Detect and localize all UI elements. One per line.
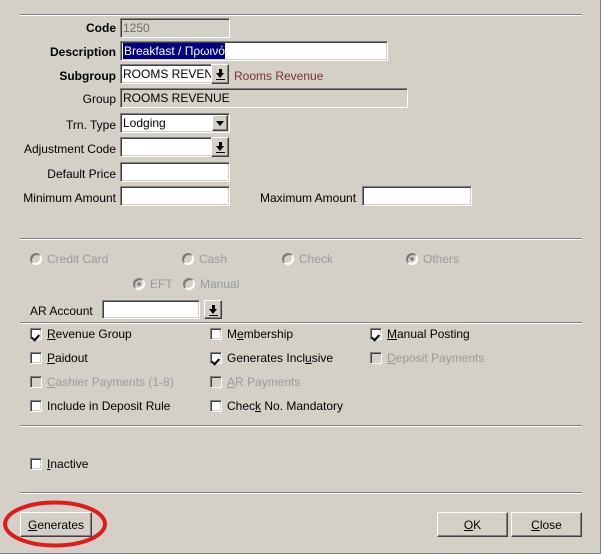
checkbox-label: Paidout xyxy=(47,351,88,365)
radio-icon xyxy=(183,278,195,290)
checkbox-label: Include in Deposit Rule xyxy=(47,399,171,413)
code-input: 1250 xyxy=(120,18,230,38)
ok-button[interactable]: OK xyxy=(437,512,508,537)
subgroup-input[interactable]: ROOMS REVEN xyxy=(120,64,213,84)
group-label: Group xyxy=(82,92,116,106)
radio-cash[interactable]: Cash xyxy=(182,252,227,266)
radio-credit-card[interactable]: Credit Card xyxy=(30,252,108,266)
subgroup-dropdown-button[interactable] xyxy=(211,64,229,84)
checkbox-paidout[interactable]: Paidout xyxy=(30,351,88,365)
checkbox-label: Inactive xyxy=(47,457,89,471)
adjustment-code-dropdown-button[interactable] xyxy=(211,137,229,157)
chevron-down-icon xyxy=(215,142,225,153)
checkbox-icon xyxy=(370,352,382,364)
close-button-label: Close xyxy=(531,517,562,532)
checkbox-icon xyxy=(30,458,42,470)
radio-others[interactable]: Others xyxy=(406,252,459,266)
checkbox-cashier-payments[interactable]: Cashier Payments (1-8) xyxy=(30,375,174,389)
checkbox-icon xyxy=(210,328,222,340)
checkbox-icon xyxy=(30,328,42,340)
checkbox-include-in-deposit-rule[interactable]: Include in Deposit Rule xyxy=(30,399,170,413)
radio-manual[interactable]: Manual xyxy=(183,277,239,291)
description-selected-text: Breakfast / Πρωινό xyxy=(123,43,225,59)
radio-icon xyxy=(133,278,145,290)
checkbox-check-no-mandatory[interactable]: Check No. Mandatory xyxy=(210,399,343,413)
chevron-down-icon xyxy=(215,69,225,80)
separator-inactive xyxy=(20,425,582,427)
checkbox-label: Cashier Payments (1-8) xyxy=(47,375,174,389)
triangle-down-icon xyxy=(216,120,224,126)
adjustment-code-input[interactable] xyxy=(120,137,213,157)
checkbox-generates-inclusive[interactable]: Generates Inclusive xyxy=(210,351,333,365)
checkbox-icon xyxy=(370,328,382,340)
description-input[interactable]: Breakfast / Πρωινό xyxy=(120,41,388,61)
radio-check[interactable]: Check xyxy=(282,252,333,266)
checkbox-icon xyxy=(210,376,222,388)
radio-icon xyxy=(30,253,42,265)
checkbox-icon xyxy=(30,376,42,388)
chevron-down-icon xyxy=(208,304,218,316)
checkbox-deposit-payments[interactable]: Deposit Payments xyxy=(370,351,484,365)
ar-account-label: AR Account xyxy=(30,304,93,318)
transaction-code-dialog: Code 1250 Description Breakfast / Πρωινό… xyxy=(0,0,601,554)
radio-label: Others xyxy=(423,252,460,266)
radio-label: Manual xyxy=(200,277,240,291)
description-label: Description xyxy=(49,45,116,59)
minimum-amount-label: Minimum Amount xyxy=(23,191,116,205)
trn-type-dropdown-button[interactable] xyxy=(212,115,228,131)
separator-actions xyxy=(20,492,582,494)
checkbox-label: Check No. Mandatory xyxy=(227,399,344,413)
checkbox-label: AR Payments xyxy=(227,375,301,389)
checkbox-manual-posting[interactable]: Manual Posting xyxy=(370,327,470,341)
checkbox-ar-payments[interactable]: AR Payments xyxy=(210,375,300,389)
adjustment-code-label: Adjustment Code xyxy=(23,142,116,156)
default-price-label: Default Price xyxy=(47,167,116,181)
checkbox-icon xyxy=(210,352,222,364)
subgroup-label: Subgroup xyxy=(59,69,116,83)
group-input: ROOMS REVENUE xyxy=(120,88,408,108)
separator-options xyxy=(20,322,582,324)
trn-type-label: Trn. Type xyxy=(65,118,116,132)
radio-label: Check xyxy=(299,252,334,266)
radio-icon xyxy=(182,253,194,265)
generates-button[interactable]: Generates xyxy=(20,512,92,537)
maximum-amount-label: Maximum Amount xyxy=(260,191,357,205)
radio-icon xyxy=(282,253,294,265)
subgroup-note: Rooms Revenue xyxy=(234,69,324,83)
radio-label: EFT xyxy=(150,277,173,291)
checkbox-icon xyxy=(30,400,42,412)
default-price-input[interactable] xyxy=(120,162,230,182)
radio-label: Cash xyxy=(199,252,228,266)
checkbox-label: Generates Inclusive xyxy=(227,351,334,365)
ok-button-label: OK xyxy=(463,517,482,532)
close-button[interactable]: Close xyxy=(511,512,582,537)
checkbox-icon xyxy=(210,400,222,412)
maximum-amount-input[interactable] xyxy=(362,186,472,206)
checkbox-inactive[interactable]: Inactive xyxy=(30,457,88,471)
checkbox-membership[interactable]: Membership xyxy=(210,327,293,341)
checkbox-label: Manual Posting xyxy=(387,327,470,341)
radio-label: Credit Card xyxy=(47,252,109,266)
separator-payment-types xyxy=(20,238,582,240)
checkbox-revenue-group[interactable]: Revenue Group xyxy=(30,327,132,341)
checkbox-icon xyxy=(30,352,42,364)
checkbox-label: Deposit Payments xyxy=(387,351,485,365)
checkbox-label: Membership xyxy=(227,327,294,341)
separator-top xyxy=(20,14,582,16)
generates-button-label: Generates xyxy=(27,517,85,532)
checkbox-label: Revenue Group xyxy=(47,327,132,341)
ar-account-dropdown-button[interactable] xyxy=(204,300,222,319)
code-label: Code xyxy=(86,21,116,35)
ar-account-input[interactable] xyxy=(102,300,200,319)
radio-icon xyxy=(406,253,418,265)
radio-eft[interactable]: EFT xyxy=(133,277,173,291)
minimum-amount-input[interactable] xyxy=(120,186,230,206)
